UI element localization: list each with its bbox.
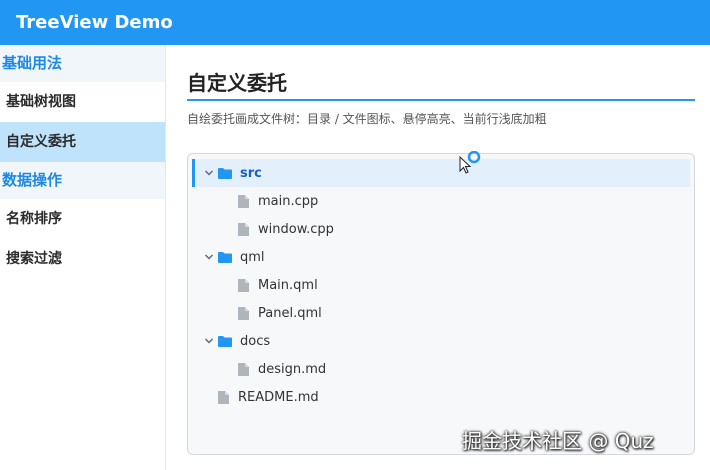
watermark: 掘金技术社区 @ Quz xyxy=(462,429,654,453)
app-title: TreeView Demo xyxy=(16,12,173,33)
folder-icon xyxy=(218,250,232,264)
tree-node-panel-qml[interactable]: Panel.qml xyxy=(192,299,690,327)
sidebar-group-data: 数据操作 xyxy=(0,162,165,199)
file-icon xyxy=(216,390,230,404)
chevron-down-icon[interactable] xyxy=(202,250,216,264)
tree-node-design-md[interactable]: design.md xyxy=(192,355,690,383)
sidebar-item-basic-tree[interactable]: 基础树视图 xyxy=(0,82,165,122)
mouse-cursor-icon xyxy=(459,150,483,177)
sidebar-item-sort-by-name[interactable]: 名称排序 xyxy=(0,199,165,239)
title-divider xyxy=(187,99,695,101)
sidebar-item-search-filter[interactable]: 搜索过滤 xyxy=(0,239,165,279)
file-icon xyxy=(236,306,250,320)
tree-node-label: window.cpp xyxy=(258,221,334,237)
sidebar-group-basic: 基础用法 xyxy=(0,45,165,82)
file-icon xyxy=(236,362,250,376)
tree-node-window-cpp[interactable]: window.cpp xyxy=(192,215,690,243)
tree-node-src[interactable]: src xyxy=(192,159,690,187)
file-icon xyxy=(236,194,250,208)
sidebar-item-custom-delegate[interactable]: 自定义委托 xyxy=(0,122,165,162)
page-title: 自定义委托 xyxy=(187,71,287,95)
file-icon xyxy=(236,278,250,292)
tree-node-main-qml[interactable]: Main.qml xyxy=(192,271,690,299)
sidebar: 基础用法 基础树视图 自定义委托 数据操作 名称排序 搜索过滤 xyxy=(0,45,166,470)
tree-node-docs[interactable]: docs xyxy=(192,327,690,355)
tree-node-label: Main.qml xyxy=(258,277,318,293)
folder-icon xyxy=(218,166,232,180)
page-description: 自绘委托画成文件树：目录 / 文件图标、悬停高亮、当前行浅底加粗 xyxy=(187,112,547,126)
tree-node-label: design.md xyxy=(258,361,327,377)
chevron-down-icon[interactable] xyxy=(202,166,216,180)
tree-node-label: main.cpp xyxy=(258,193,319,209)
file-icon xyxy=(236,222,250,236)
tree-node-qml[interactable]: qml xyxy=(192,243,690,271)
tree-node-label: qml xyxy=(240,249,265,265)
tree-node-label: src xyxy=(240,165,262,181)
tree-node-label: README.md xyxy=(238,389,319,405)
chevron-down-icon[interactable] xyxy=(202,334,216,348)
tree-view[interactable]: src main.cpp window.cpp qml Main.qml Pan… xyxy=(187,153,695,455)
folder-icon xyxy=(218,334,232,348)
tree-node-main-cpp[interactable]: main.cpp xyxy=(192,187,690,215)
app-title-bar: TreeView Demo xyxy=(0,0,710,45)
tree-node-label: Panel.qml xyxy=(258,305,322,321)
tree-node-label: docs xyxy=(240,333,271,349)
main-content: 自定义委托 自绘委托画成文件树：目录 / 文件图标、悬停高亮、当前行浅底加粗 s… xyxy=(167,45,710,470)
tree-node-readme-md[interactable]: README.md xyxy=(192,383,690,411)
